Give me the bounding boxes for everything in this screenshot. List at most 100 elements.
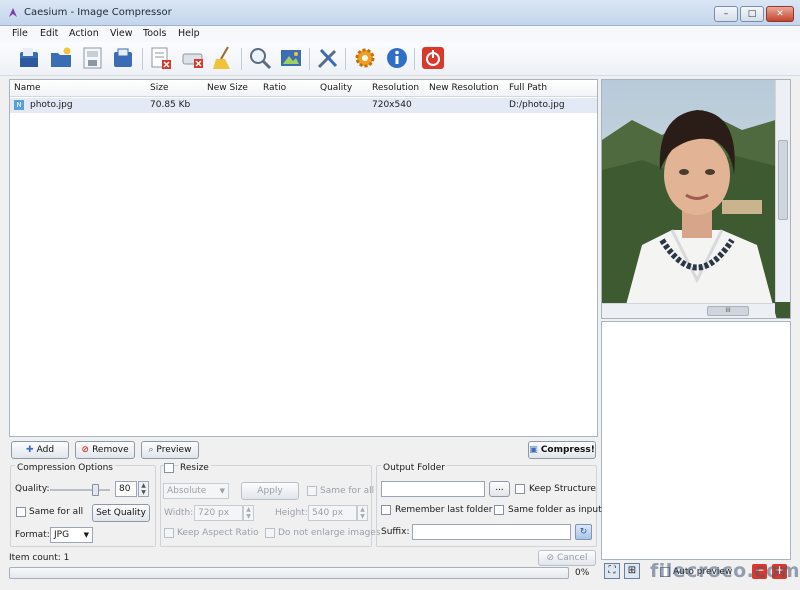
same-for-all-checkbox[interactable] — [16, 507, 26, 517]
close-button[interactable]: ✕ — [766, 6, 794, 22]
power-exit-icon[interactable] — [420, 45, 446, 71]
set-quality-button[interactable]: Set Quality — [92, 504, 150, 522]
height-spinner[interactable]: ▲ ▼ — [357, 505, 368, 521]
quality-value-field[interactable]: 80 — [115, 481, 137, 497]
width-field[interactable]: 720 px — [194, 505, 243, 521]
preview-horizontal-scrollbar[interactable]: III — [602, 303, 775, 318]
resize-checkbox[interactable] — [164, 463, 174, 473]
minimize-button[interactable]: – — [714, 6, 738, 22]
slider-track — [50, 489, 110, 491]
progress-bar — [9, 567, 569, 579]
title-bar: Caesium - Image Compressor – □ ✕ — [0, 0, 800, 26]
cancel-icon: ⊘ — [546, 553, 557, 563]
height-label: Height: — [275, 508, 308, 518]
fit-view-icon[interactable]: ⛶ — [604, 563, 620, 579]
suffix-label: Suffix: — [381, 527, 410, 537]
toolbar-separator — [309, 48, 310, 70]
width-spinner[interactable]: ▲ ▼ — [243, 505, 254, 521]
preview-info-panel — [601, 321, 791, 560]
tools-settings-icon[interactable] — [315, 45, 341, 71]
actual-size-icon[interactable]: ⊞ — [624, 563, 640, 579]
menu-file[interactable]: File — [12, 28, 28, 39]
keep-aspect-label: Keep Aspect Ratio — [177, 528, 259, 538]
format-label: Format: — [15, 530, 50, 540]
info-icon[interactable] — [384, 45, 410, 71]
gear-icon[interactable] — [352, 45, 378, 71]
chevron-down-icon: ▼ — [219, 487, 225, 495]
column-new-resolution[interactable]: New Resolution — [429, 83, 499, 99]
progress-percent: 0% — [575, 568, 590, 578]
compress-button[interactable]: ▣ Compress! — [528, 441, 596, 459]
column-quality[interactable]: Quality — [320, 83, 352, 99]
no-entry-icon: ⊘ — [81, 445, 93, 455]
menu-view[interactable]: View — [110, 28, 133, 39]
caesium-logo-icon — [9, 8, 17, 17]
remove-item-icon[interactable] — [148, 45, 174, 71]
browse-folder-button[interactable]: ... — [489, 481, 510, 497]
column-resolution[interactable]: Resolution — [372, 83, 419, 99]
quality-spinner[interactable]: ▲ ▼ — [138, 481, 149, 497]
format-select[interactable]: JPG ▼ — [50, 527, 93, 543]
preview-vertical-scrollbar[interactable] — [775, 80, 790, 302]
menu-action[interactable]: Action — [69, 28, 99, 39]
remove-button[interactable]: ⊘ Remove — [75, 441, 135, 459]
menu-tools[interactable]: Tools — [143, 28, 166, 39]
same-folder-checkbox[interactable] — [494, 505, 504, 515]
output-folder-field[interactable] — [381, 481, 485, 497]
maximize-button[interactable]: □ — [740, 6, 764, 22]
slider-thumb[interactable] — [92, 484, 100, 496]
refresh-icon[interactable]: ↻ — [575, 524, 592, 540]
keep-aspect-checkbox[interactable] — [164, 528, 174, 538]
item-count-label: Item count: 1 — [9, 553, 70, 563]
file-list[interactable]: Name Size New Size Ratio Quality Resolut… — [9, 79, 598, 437]
open-folder-icon[interactable] — [48, 45, 74, 71]
column-full-path[interactable]: Full Path — [509, 83, 547, 99]
broom-clean-icon[interactable] — [210, 45, 236, 71]
suffix-field[interactable] — [412, 524, 571, 540]
open-file-icon[interactable] — [16, 45, 42, 71]
remember-last-folder-checkbox[interactable] — [381, 505, 391, 515]
cell-resolution: 720x540 — [372, 100, 412, 110]
height-field[interactable]: 540 px — [308, 505, 357, 521]
remember-last-folder-label: Remember last folder — [395, 505, 493, 515]
cell-name: photo.jpg — [30, 100, 73, 110]
watermark-text: filecroco.com — [650, 560, 800, 582]
no-enlarge-checkbox[interactable] — [265, 528, 275, 538]
quality-slider[interactable] — [50, 484, 110, 496]
keep-structure-checkbox[interactable] — [515, 484, 525, 494]
resize-mode-select[interactable]: Absolute ▼ — [163, 483, 229, 499]
toolbar-separator — [414, 48, 415, 70]
magnifier-icon[interactable] — [247, 45, 273, 71]
apply-resize-button[interactable]: Apply — [241, 482, 299, 500]
menu-help[interactable]: Help — [178, 28, 200, 39]
clear-list-icon[interactable] — [180, 45, 206, 71]
preview-button[interactable]: ⌕ Preview — [141, 441, 199, 459]
menu-bar: File Edit Action View Tools Help — [0, 26, 800, 42]
width-label: Width: — [164, 508, 194, 518]
cell-size: 70.85 Kb — [150, 100, 191, 110]
resize-same-for-all-checkbox[interactable] — [307, 486, 317, 496]
column-size[interactable]: Size — [150, 83, 168, 99]
cancel-button[interactable]: ⊘ Cancel — [538, 550, 596, 566]
save-list-icon[interactable] — [80, 45, 106, 71]
column-ratio[interactable]: Ratio — [263, 83, 286, 99]
same-folder-label: Same folder as input — [508, 505, 602, 515]
scroll-thumb[interactable] — [778, 140, 788, 220]
column-new-size[interactable]: New Size — [207, 83, 248, 99]
toolbar-separator — [345, 48, 346, 70]
keep-structure-label: Keep Structure — [529, 484, 596, 494]
quality-label: Quality: — [15, 484, 50, 494]
save-as-icon[interactable] — [110, 45, 136, 71]
menu-edit[interactable]: Edit — [40, 28, 58, 39]
column-name[interactable]: Name — [14, 83, 41, 99]
compress-icon: ▣ — [529, 445, 541, 455]
chevron-down-icon: ▼ — [83, 531, 89, 539]
scroll-thumb[interactable]: III — [707, 306, 749, 316]
add-button[interactable]: ✚ Add — [11, 441, 69, 459]
table-row[interactable]: N photo.jpg 70.85 Kb 720x540 D:/photo.jp… — [10, 98, 597, 113]
resize-same-for-all-label: Same for all — [320, 486, 375, 496]
resize-title: Resize — [178, 463, 211, 473]
image-preview-icon[interactable] — [278, 45, 304, 71]
image-preview — [601, 79, 791, 319]
compression-options-title: Compression Options — [15, 463, 115, 473]
